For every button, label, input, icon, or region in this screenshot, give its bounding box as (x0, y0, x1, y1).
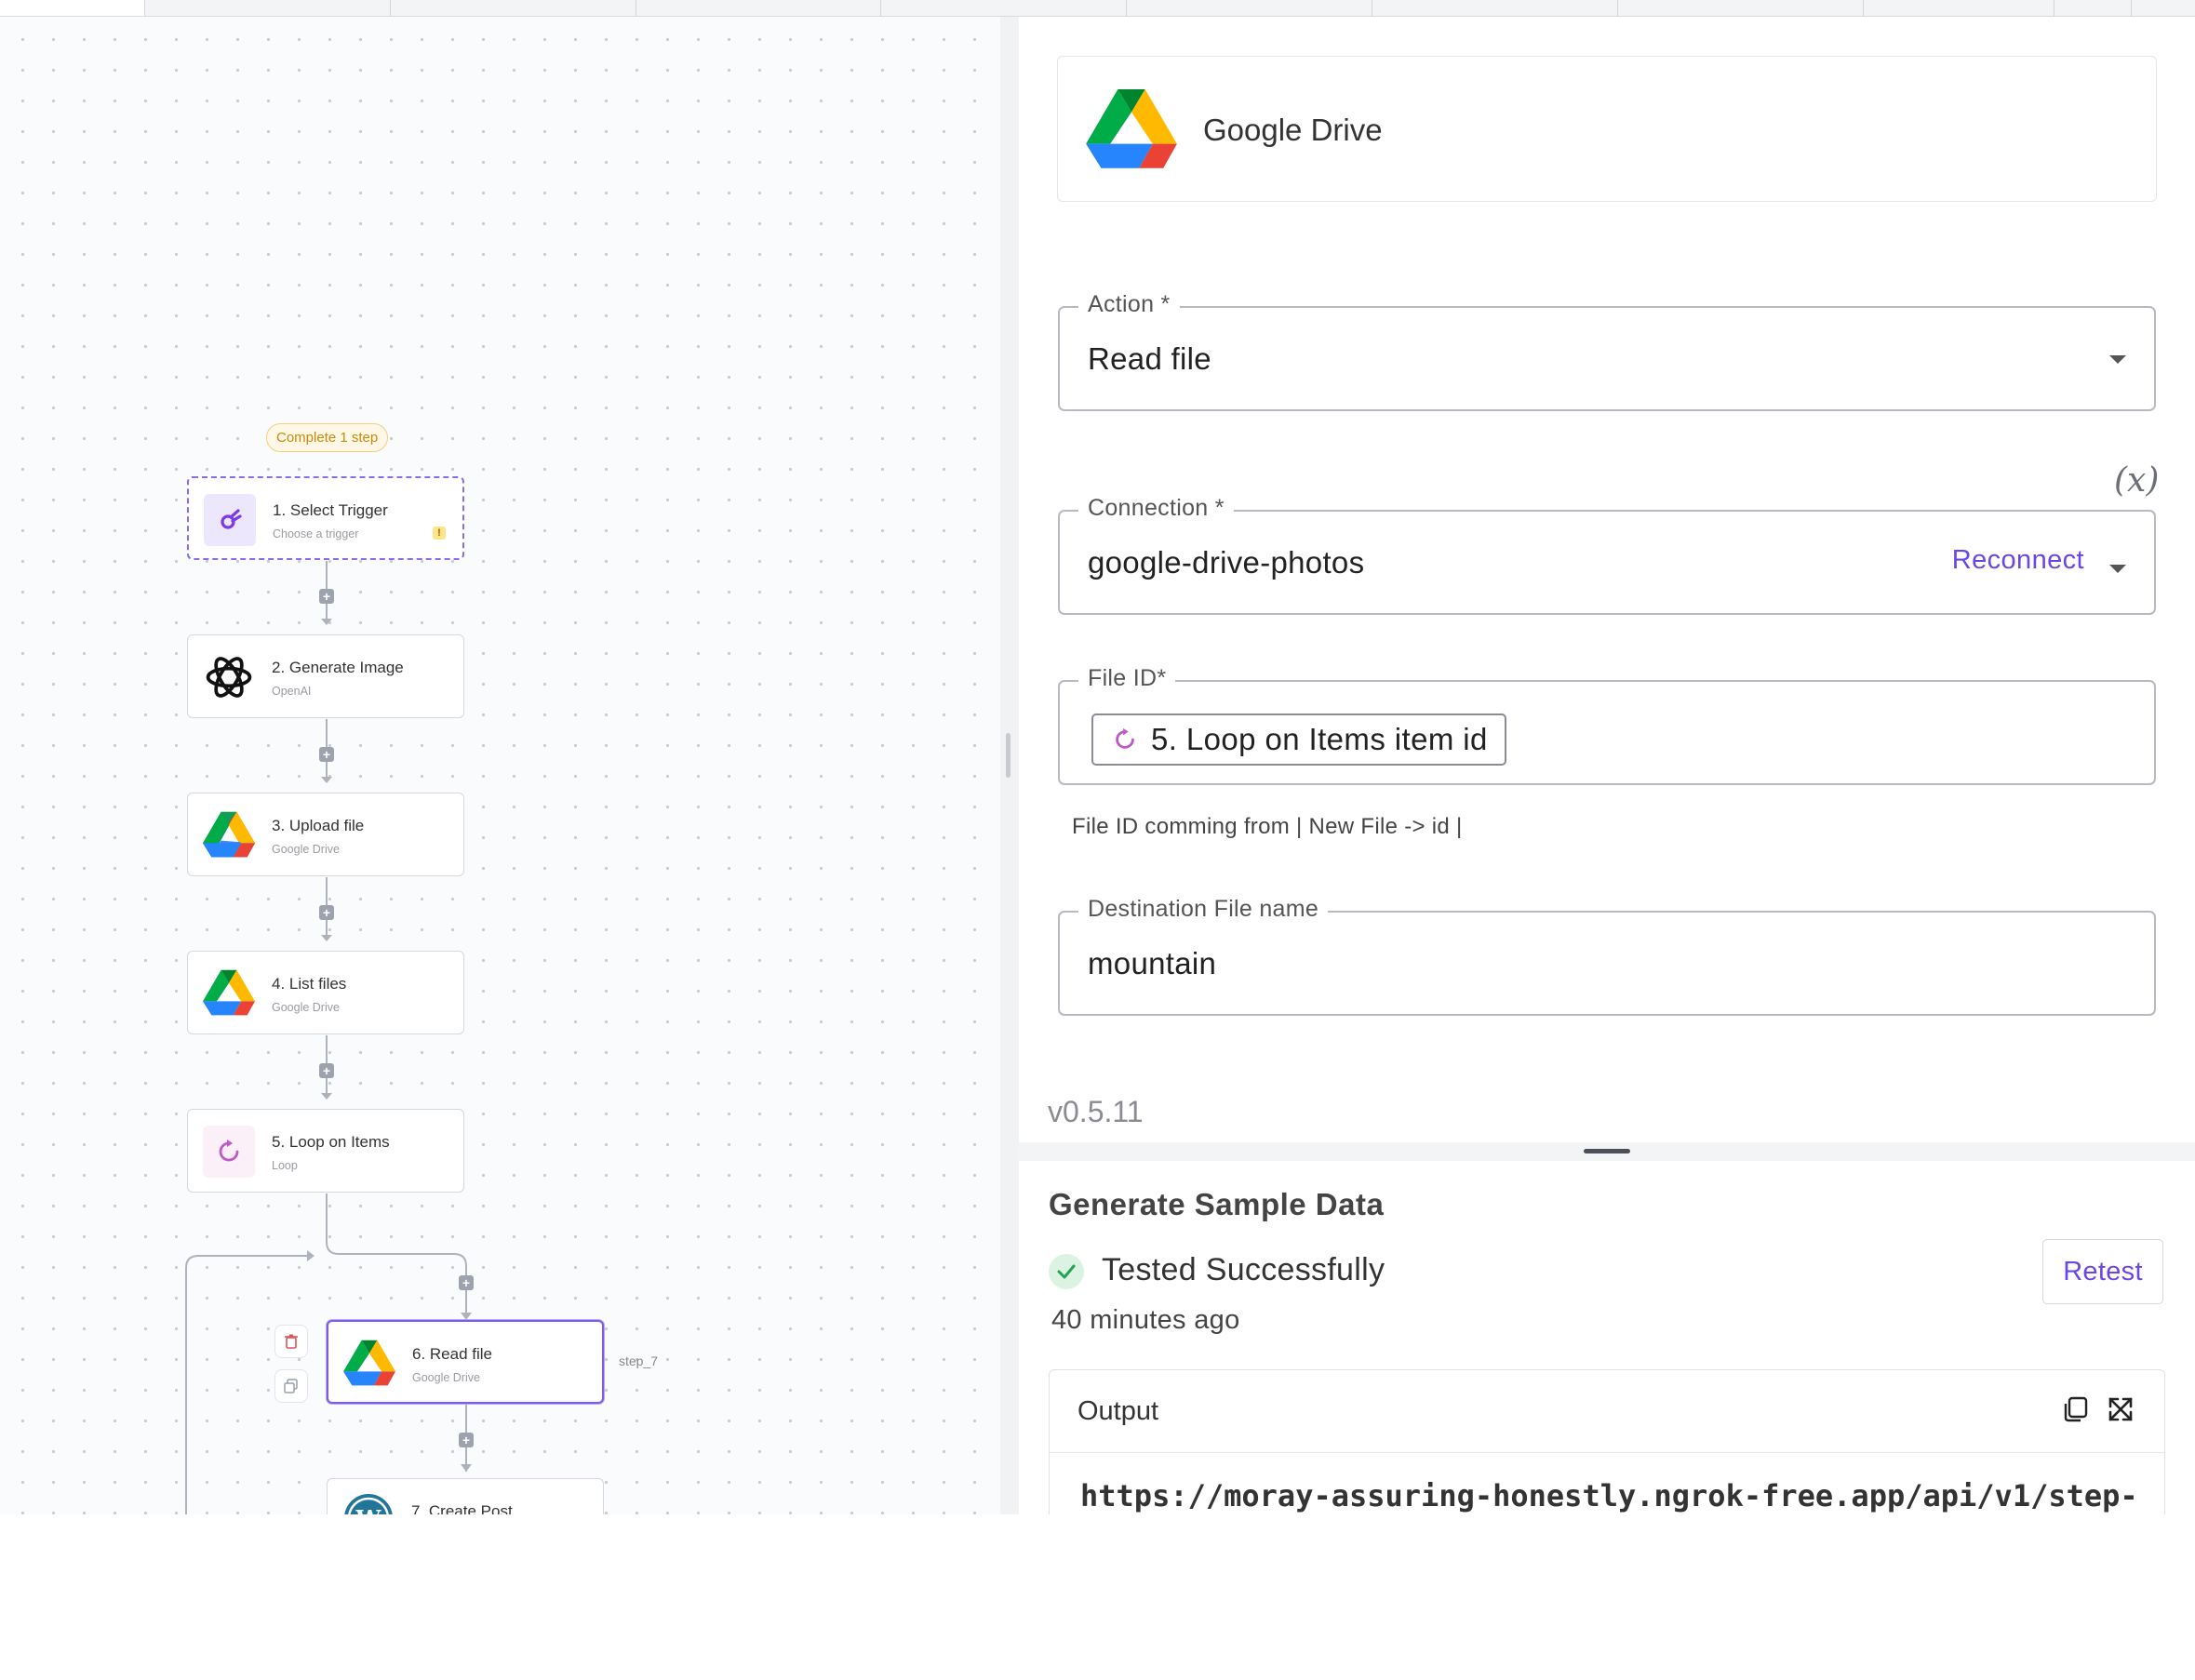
top-strip-divider (1617, 0, 1618, 16)
step-name-label: step_7 (619, 1353, 659, 1368)
svg-text:W: W (355, 1505, 382, 1514)
blank-footer-area (0, 1514, 2195, 1680)
expand-icon[interactable] (2106, 1394, 2135, 1424)
top-strip-divider (2131, 0, 2132, 16)
top-strip-divider (1126, 0, 1127, 16)
vertical-resize-handle[interactable] (1006, 733, 1011, 778)
piece-header-card: Google Drive (1057, 56, 2157, 202)
google-drive-icon (1086, 89, 1177, 176)
step-title: 6. Read file (412, 1345, 492, 1363)
top-strip-divider (1863, 0, 1864, 16)
output-label: Output (1077, 1396, 1159, 1426)
test-time-ago: 40 minutes ago (1051, 1305, 1240, 1335)
google-drive-icon (343, 1338, 395, 1390)
resize-grip[interactable] (1584, 1149, 1630, 1153)
action-select[interactable]: Action * Read file (1058, 291, 2156, 411)
destination-file-name-input[interactable]: Destination File name mountain (1058, 896, 2156, 1016)
piece-name: Google Drive (1203, 113, 1383, 147)
step-title: 7. Create Post (411, 1502, 513, 1514)
sample-data-title: Generate Sample Data (1049, 1187, 1385, 1221)
chip-label: 5. Loop on Items item id (1151, 722, 1488, 756)
check-circle-icon (1049, 1254, 1084, 1289)
output-panel: Output https://moray-assuring-honestly.n… (1049, 1369, 2165, 1518)
file-id-label: File ID* (1078, 665, 1176, 692)
output-value: https://moray-assuring-honestly.ngrok-fr… (1080, 1478, 2138, 1513)
file-id-help-text: File ID comming from | New File -> id | (1072, 814, 1463, 839)
chevron-down-icon (2109, 565, 2126, 573)
duplicate-icon (284, 1379, 298, 1393)
connection-label: Connection * (1078, 495, 1234, 522)
retest-button[interactable]: Retest (2042, 1239, 2163, 1304)
action-label: Action * (1078, 291, 1180, 318)
horizontal-resize-bar[interactable] (1019, 1142, 2195, 1161)
step-node-create-post[interactable]: W 7. Create Post (327, 1478, 604, 1514)
chevron-down-icon (2109, 355, 2126, 364)
piece-version: v0.5.11 (1048, 1095, 1144, 1128)
loop-icon (1116, 727, 1134, 749)
connection-select[interactable]: Connection * google-drive-photos Reconne… (1058, 495, 2156, 615)
output-header: Output (1050, 1370, 2164, 1453)
test-status: Tested Successfully (1102, 1252, 1385, 1287)
add-step-button[interactable]: + (459, 1433, 474, 1447)
duplicate-step-button[interactable] (274, 1369, 308, 1403)
file-id-reference-chip[interactable]: 5. Loop on Items item id (1091, 713, 1506, 766)
action-value: Read file (1088, 341, 1211, 376)
destination-value: mountain (1088, 946, 1217, 980)
connection-value: google-drive-photos (1088, 545, 1365, 580)
loop-branch-lines (185, 1193, 472, 1514)
delete-step-button[interactable] (274, 1325, 308, 1358)
step-node-read-file[interactable]: 6. Read file Google Drive (327, 1320, 604, 1404)
destination-label: Destination File name (1078, 896, 1329, 923)
add-step-button[interactable]: + (459, 1275, 474, 1290)
reconnect-link[interactable]: Reconnect (1952, 545, 2084, 576)
file-id-field[interactable]: File ID* 5. Loop on Items item id (1058, 665, 2156, 785)
step-subtitle: Google Drive (412, 1371, 480, 1384)
copy-icon[interactable] (2061, 1394, 2091, 1424)
variable-toggle-icon[interactable]: (x) (2114, 461, 2159, 500)
wordpress-icon: W (342, 1492, 395, 1514)
trash-icon (285, 1334, 298, 1349)
